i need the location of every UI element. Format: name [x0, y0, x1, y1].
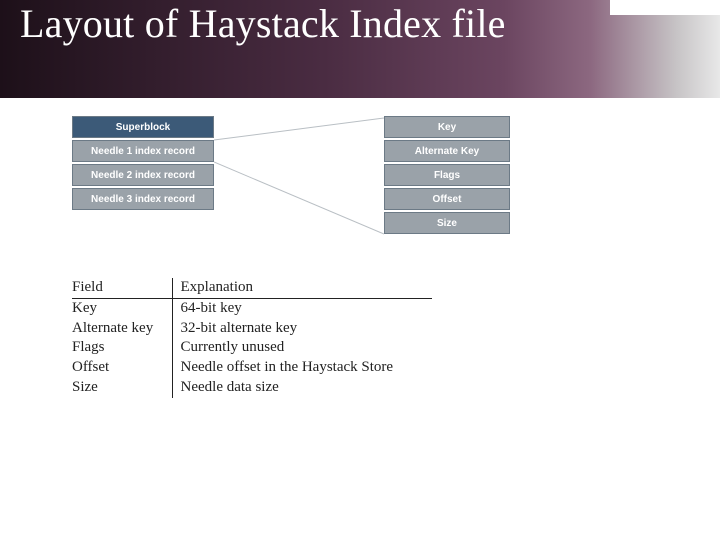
needle-field-offset: Offset [384, 188, 510, 210]
th-field: Field [72, 278, 172, 298]
cell-field: Size [72, 378, 172, 398]
cell-field: Key [72, 298, 172, 318]
needle3-record-cell: Needle 3 index record [72, 188, 214, 210]
cell-exp: 64-bit key [172, 298, 432, 318]
needle1-record-cell: Needle 1 index record [72, 140, 214, 162]
table-row: Offset Needle offset in the Haystack Sto… [72, 358, 432, 378]
cell-exp: 32-bit alternate key [172, 319, 432, 339]
connector-lines-icon [214, 116, 384, 236]
cell-field: Offset [72, 358, 172, 378]
needle-field-key: Key [384, 116, 510, 138]
needle-field-altkey: Alternate Key [384, 140, 510, 162]
cell-field: Alternate key [72, 319, 172, 339]
cell-exp: Needle offset in the Haystack Store [172, 358, 432, 378]
title-band: Layout of Haystack Index file [0, 0, 720, 98]
needle-record-column: Key Alternate Key Flags Offset Size [384, 116, 510, 234]
expansion-connector [214, 116, 384, 236]
index-diagram: Superblock Needle 1 index record Needle … [72, 116, 720, 236]
needle-field-flags: Flags [384, 164, 510, 186]
th-explanation: Explanation [172, 278, 432, 298]
index-file-column: Superblock Needle 1 index record Needle … [72, 116, 214, 210]
table-row: Flags Currently unused [72, 338, 432, 358]
content-area: Superblock Needle 1 index record Needle … [0, 98, 720, 398]
cell-field: Flags [72, 338, 172, 358]
needle2-record-cell: Needle 2 index record [72, 164, 214, 186]
table-row: Key 64-bit key [72, 298, 432, 318]
cell-exp: Needle data size [172, 378, 432, 398]
table-row: Size Needle data size [72, 378, 432, 398]
field-explanation-table: Field Explanation Key 64-bit key Alterna… [72, 278, 720, 398]
superblock-cell: Superblock [72, 116, 214, 138]
cell-exp: Currently unused [172, 338, 432, 358]
table-header-row: Field Explanation [72, 278, 432, 298]
field-table: Field Explanation Key 64-bit key Alterna… [72, 278, 432, 398]
needle-field-size: Size [384, 212, 510, 234]
table-row: Alternate key 32-bit alternate key [72, 319, 432, 339]
page-title: Layout of Haystack Index file [0, 0, 720, 47]
